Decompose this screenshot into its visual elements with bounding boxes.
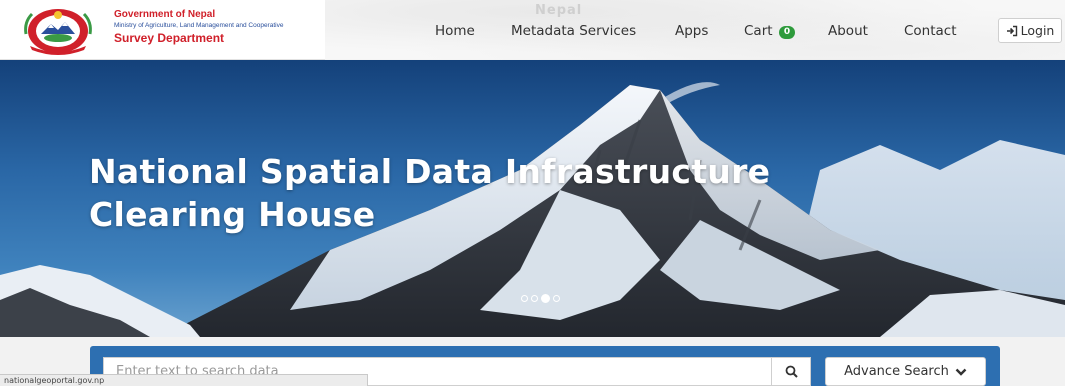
hero-title: National Spatial Data Infrastructure Cle… [89,150,909,236]
search-icon [785,365,798,378]
cart-count-badge: 0 [778,26,796,39]
nav-cart[interactable]: Cart 0 [744,23,796,39]
org-department: Survey Department [114,30,225,45]
nav-metadata-services[interactable]: Metadata Services [511,23,636,39]
hero-title-line2: Clearing House [89,195,376,234]
login-button[interactable]: Login [998,18,1062,43]
sign-in-icon [1006,25,1017,36]
advance-search-button[interactable]: Advance Search [825,357,986,386]
carousel-dot[interactable] [531,295,538,302]
chevron-down-icon [955,368,967,376]
carousel-dot[interactable] [521,295,528,302]
login-label: Login [1020,23,1055,38]
nav-apps[interactable]: Apps [675,23,708,39]
hero-carousel: National Spatial Data Infrastructure Cle… [0,60,1065,337]
organization-name: Government of Nepal Ministry of Agricult… [114,10,283,44]
carousel-dot[interactable] [553,295,560,302]
status-bar-url: nationalgeoportal.gov.np [0,374,368,386]
carousel-dot-active[interactable] [541,294,550,303]
search-button[interactable] [771,357,811,386]
advance-search-label: Advance Search [844,364,949,379]
org-government: Government of Nepal [114,9,216,20]
nav-about[interactable]: About [828,23,868,39]
nav-contact[interactable]: Contact [904,23,957,39]
nav-cart-label: Cart [744,23,773,39]
map-label: Nepal [535,3,583,18]
nav-home[interactable]: Home [435,23,475,39]
carousel-indicators [521,294,560,303]
hero-title-line1: National Spatial Data Infrastructure [89,152,771,191]
org-ministry: Ministry of Agriculture, Land Management… [114,22,284,29]
nepal-emblem-logo[interactable] [18,4,98,56]
site-header: Nepal Government of Nepal Ministry of Ag… [0,0,1065,60]
